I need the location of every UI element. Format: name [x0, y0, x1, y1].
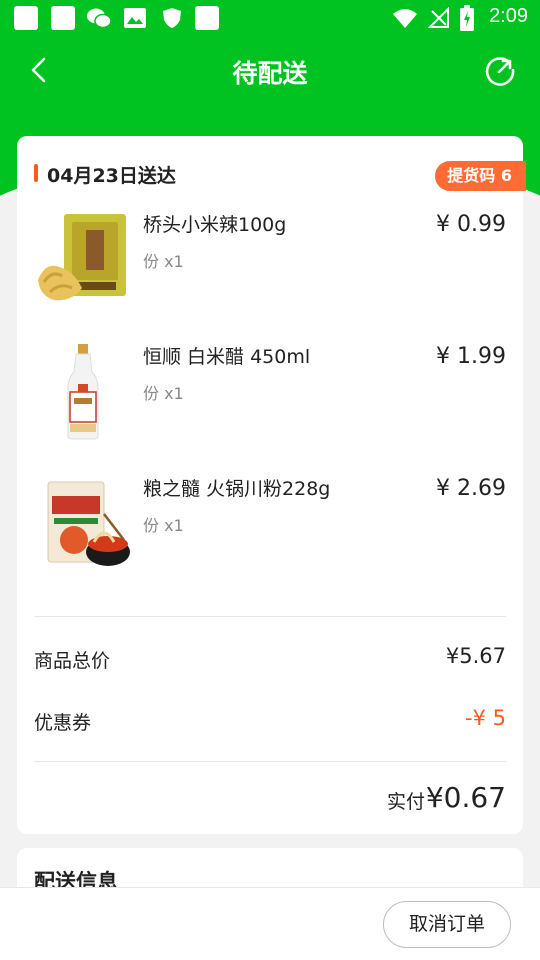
order-card: 04月23日送达 提货码 6 桥头小米辣100g 份 x1 ¥ 0.99 恒顺 …: [17, 136, 526, 834]
battery-icon: [460, 5, 474, 31]
subtotal-label: 商品总价: [34, 650, 111, 672]
divider: [34, 616, 506, 617]
product-image-chili: [34, 210, 132, 308]
coupon-value: -¥ 5: [465, 706, 506, 730]
item-price: ¥ 1.99: [436, 344, 506, 369]
shield-icon: [160, 6, 184, 30]
notification-icon: [195, 6, 219, 30]
product-image-vinegar: [34, 342, 132, 440]
item-quantity: 份 x1: [143, 384, 184, 403]
signal-icon: [427, 6, 450, 29]
item-quantity: 份 x1: [143, 516, 184, 535]
item-quantity: 份 x1: [143, 252, 184, 271]
notification-icon: [51, 6, 75, 30]
wechat-icon: [86, 6, 112, 30]
paid-value: ¥0.67: [425, 781, 506, 814]
divider: [34, 761, 506, 762]
pickup-code-badge: 提货码 6: [435, 161, 526, 191]
status-bar: 2:09: [0, 0, 540, 36]
nav-bar: 待配送: [0, 40, 540, 100]
item-name: 粮之髓 火锅川粉228g: [143, 478, 331, 500]
item-name: 桥头小米辣100g: [143, 214, 287, 236]
bottom-action-bar: 取消订单: [0, 887, 540, 960]
paid-label: 实付: [386, 791, 425, 813]
delivery-date-label: 04月23日送达: [47, 165, 176, 187]
refresh-button[interactable]: [482, 52, 518, 88]
wifi-icon: [392, 7, 418, 29]
refresh-icon: [485, 57, 515, 86]
cancel-order-button[interactable]: 取消订单: [383, 901, 511, 948]
status-time: 2:09: [489, 5, 528, 27]
item-name: 恒顺 白米醋 450ml: [143, 346, 311, 368]
item-price: ¥ 2.69: [436, 476, 506, 501]
date-accent-bar: [34, 164, 38, 182]
page-title: 待配送: [232, 59, 308, 88]
order-item[interactable]: 粮之髓 火锅川粉228g 份 x1 ¥ 2.69: [34, 474, 506, 594]
product-image-noodles: [34, 474, 132, 572]
notification-icon: [14, 6, 38, 30]
subtotal-value: ¥5.67: [445, 644, 506, 668]
coupon-label: 优惠券: [34, 712, 92, 734]
image-icon: [123, 7, 147, 29]
item-price: ¥ 0.99: [436, 212, 506, 237]
order-item[interactable]: 桥头小米辣100g 份 x1 ¥ 0.99: [34, 210, 506, 330]
order-item[interactable]: 恒顺 白米醋 450ml 份 x1 ¥ 1.99: [34, 342, 506, 462]
